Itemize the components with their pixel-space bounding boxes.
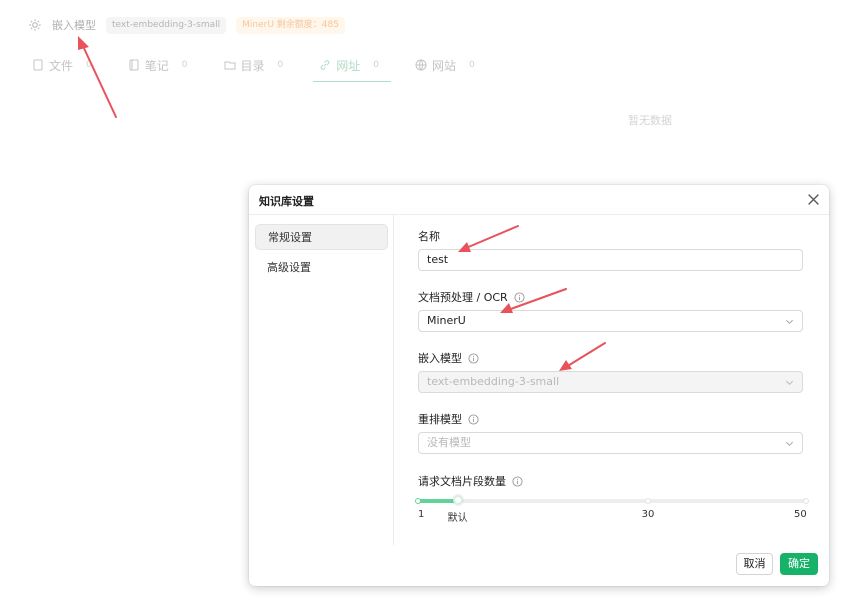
info-icon[interactable] [512,475,523,487]
info-icon[interactable] [468,413,479,425]
embedding-label: 嵌入模型 [418,350,479,366]
quota-chip: MinerU 剩余额度：485 [236,16,345,34]
knowledge-base-settings-dialog: 知识库设置 常规设置 高级设置 名称 test 文档预处理 / OCR Mine… [249,185,829,586]
preprocess-label-text: 文档预处理 / OCR [418,291,508,304]
tab-label: 网站 [432,58,457,73]
tab-count: 0 [469,60,475,70]
tab-website[interactable]: 网站 0 [411,50,479,80]
preprocess-select[interactable]: MinerU [418,310,803,332]
tab-count: 0 [181,60,188,70]
slider-mark [644,498,651,504]
preprocess-select-value: MinerU [427,314,466,327]
rerank-select[interactable]: 没有模型 [418,432,803,454]
embedding-select: text-embedding-3-small [418,371,803,393]
sidebar-item-advanced[interactable]: 高级设置 [255,255,388,281]
name-label: 名称 [418,228,440,244]
rerank-label: 重排模型 [418,411,479,427]
link-icon [320,60,330,70]
slider-mark [803,498,809,504]
gear-icon[interactable] [28,18,42,32]
tab-label: 网址 [336,58,361,73]
slider-mark-label: 50 [794,509,807,520]
tab-count: 0 [86,60,92,70]
name-input[interactable]: test [418,249,803,271]
note-icon [129,59,139,71]
embedding-label-text: 嵌入模型 [418,352,462,365]
globe-icon [415,59,427,71]
chevron-down-icon [785,441,794,447]
slider-fill [418,499,458,503]
file-icon [33,59,43,71]
sidebar-item-general[interactable]: 常规设置 [255,224,388,250]
rerank-label-text: 重排模型 [418,413,462,426]
slider-mark [415,498,421,504]
empty-state-text: 暂无数据 [628,114,672,127]
tab-label: 目录 [240,58,265,73]
tab-label: 文件 [49,58,74,73]
preprocess-label: 文档预处理 / OCR [418,289,525,305]
rerank-select-placeholder: 没有模型 [427,436,471,449]
chunk-count-label-text: 请求文档片段数量 [418,475,506,488]
tab-count: 0 [373,60,379,70]
embedding-model-label: 嵌入模型 [52,19,96,32]
content-tabs: 文件 0 笔记 0 目录 0 网址 0 网站 0 [28,50,507,82]
chunk-count-slider[interactable] [415,495,809,505]
slider-handle[interactable] [452,495,463,505]
tab-label: 笔记 [144,58,169,73]
slider-mark-label: 30 [641,509,655,520]
ok-button[interactable]: 确定 [780,553,818,575]
folder-icon [224,61,235,70]
settings-sidebar: 常规设置 高级设置 [249,215,394,545]
top-bar: 嵌入模型 text-embedding-3-small MinerU 剩余额度：… [0,0,865,50]
tab-files[interactable]: 文件 0 [28,50,96,80]
chunk-count-label: 请求文档片段数量 [418,473,523,489]
slider-mark-label: 1 [418,509,425,520]
info-icon[interactable] [514,291,525,303]
tab-url[interactable]: 网址 0 [313,50,391,82]
close-icon[interactable] [807,193,820,206]
tab-notes[interactable]: 笔记 0 [124,50,192,80]
tab-count: 0 [277,60,284,70]
slider-mark-label: 默认 [447,513,468,524]
chevron-down-icon [785,319,794,325]
embedding-select-value: text-embedding-3-small [427,375,560,388]
chevron-down-icon [785,380,794,386]
info-icon[interactable] [468,352,479,364]
dialog-title: 知识库设置 [259,195,314,208]
tab-directory[interactable]: 目录 0 [220,50,288,80]
name-label-text: 名称 [418,230,440,243]
embedding-model-chip: text-embedding-3-small [106,16,227,34]
dialog-header: 知识库设置 [249,185,829,215]
cancel-button[interactable]: 取消 [736,553,773,575]
